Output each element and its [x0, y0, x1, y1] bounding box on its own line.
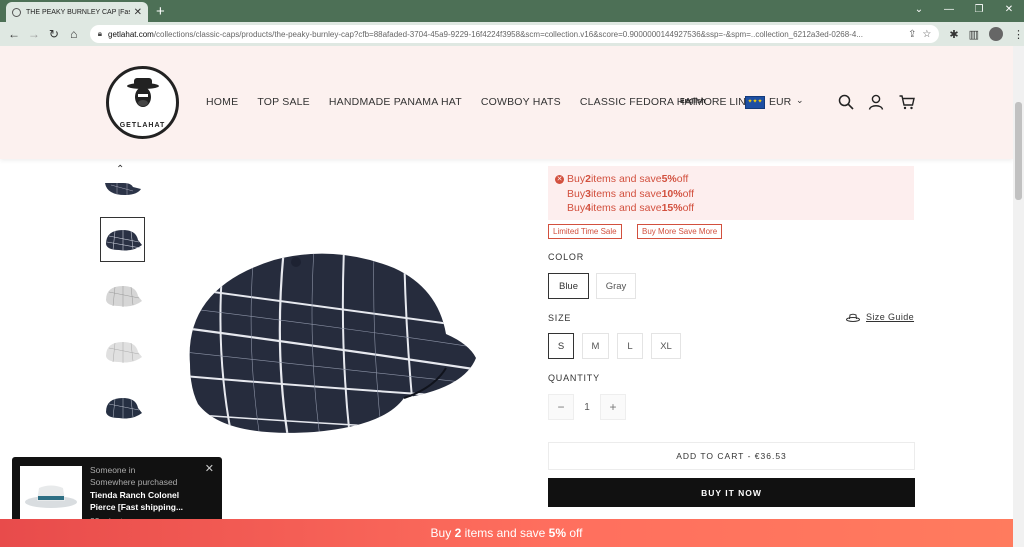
discount-line-2: Buy 3 items and save 10% off [567, 187, 695, 200]
logo-wordmark: GETLAHAT [119, 122, 166, 129]
discount-icon: ✕ [555, 174, 564, 184]
extensions-puzzle-icon[interactable]: ✱ [949, 28, 958, 41]
url-text: getlahat.com/collections/classic-caps/pr… [108, 29, 863, 39]
nav-item-cowboy-hats[interactable]: COWBOY HATS [481, 96, 561, 108]
back-arrow-icon[interactable]: ← [4, 27, 24, 41]
size-option-xl[interactable]: XL [651, 333, 681, 359]
web-page: GETLAHAT HOME TOP SALE HANDMADE PANAMA H… [0, 46, 1013, 547]
bottom-discount-bar: Buy 2 items and save 5% off [0, 519, 1013, 547]
add-to-cart-button[interactable]: ADD TO CART - €36.53 [548, 442, 915, 470]
product-main-image[interactable] [184, 248, 480, 438]
main-nav: HOME TOP SALE HANDMADE PANAMA HAT COWBOY… [206, 96, 717, 108]
tab-title: THE PEAKY BURNLEY CAP [Fast s [26, 8, 130, 16]
site-favicon-icon [12, 7, 21, 17]
minimize-icon[interactable]: — [934, 0, 964, 22]
thumbnail-navy-plaid[interactable] [100, 217, 145, 262]
window-controls: ⌄ — ❐ ✕ [904, 0, 1024, 22]
restore-icon[interactable]: ❐ [964, 0, 994, 22]
popup-line-1: Someone in [90, 465, 136, 475]
quantity-stepper: − 1 + [548, 394, 630, 420]
quantity-increase-button[interactable]: + [600, 394, 626, 420]
size-label: SIZE [548, 313, 572, 323]
size-guide-link[interactable]: Size Guide [846, 312, 914, 322]
hat-icon [846, 313, 860, 322]
popup-line-2: Somewhere purchased [90, 477, 178, 487]
gallery-up-chevron-icon[interactable]: ⌃ [116, 164, 124, 175]
size-option-l[interactable]: L [617, 333, 643, 359]
scrollbar-thumb[interactable] [1015, 102, 1022, 200]
eu-flag-icon[interactable]: ✦✦✦ [745, 96, 765, 109]
quantity-input[interactable]: 1 [574, 402, 600, 413]
thumbnail-gray-1[interactable] [100, 273, 145, 318]
thumbnail-list [100, 178, 145, 441]
nav-item-top-sale[interactable]: TOP SALE [257, 96, 310, 108]
browser-toolbar: ← → ↻ ⌂ 🔒︎ getlahat.com/collections/clas… [0, 22, 1024, 46]
new-tab-icon[interactable]: + [156, 3, 165, 20]
quantity-decrease-button[interactable]: − [548, 394, 574, 420]
popup-product-name[interactable]: Tienda Ranch Colonel Pierce [Fast shippi… [90, 490, 202, 513]
forward-arrow-icon[interactable]: → [24, 27, 44, 41]
language-selector[interactable]: English [680, 98, 705, 105]
site-logo[interactable]: GETLAHAT [106, 66, 179, 139]
size-option-m[interactable]: M [582, 333, 609, 359]
share-icon[interactable]: ⇪ [908, 29, 916, 40]
bookmark-star-icon[interactable]: ☆ [922, 29, 931, 40]
discount-line-1: ✕ Buy 2 items and save 5% off [555, 173, 689, 185]
nav-item-home[interactable]: HOME [206, 96, 238, 108]
close-window-icon[interactable]: ✕ [994, 0, 1024, 22]
side-panel-icon[interactable]: ▥ [969, 28, 979, 41]
color-option-blue[interactable]: Blue [548, 273, 589, 299]
search-icon[interactable] [838, 94, 854, 110]
close-icon[interactable]: ✕ [205, 462, 214, 475]
quantity-label: QUANTITY [548, 373, 600, 383]
page-scrollbar[interactable] [1013, 46, 1024, 547]
buy-more-save-more-tag: Buy More Save More [637, 224, 723, 239]
thumbnail-gray-2[interactable] [100, 329, 145, 374]
browser-menu-icon[interactable]: ⋮ [1013, 28, 1024, 41]
popup-product-image [20, 466, 82, 526]
buy-it-now-button[interactable]: BUY IT NOW [548, 478, 915, 507]
thumbnail-navy-1[interactable] [100, 178, 145, 206]
chevron-down-icon[interactable]: ⌄ [796, 95, 804, 106]
color-option-gray[interactable]: Gray [596, 273, 636, 299]
address-bar[interactable]: 🔒︎ getlahat.com/collections/classic-caps… [89, 25, 940, 43]
browser-tab-bar: THE PEAKY BURNLEY CAP [Fast s ✕ + ⌄ — ❐ … [0, 0, 1024, 22]
close-tab-icon[interactable]: ✕ [134, 7, 142, 18]
reload-icon[interactable]: ↻ [44, 27, 64, 41]
profile-avatar[interactable] [988, 27, 1003, 41]
logo-face-icon [127, 78, 159, 107]
size-option-s[interactable]: S [548, 333, 574, 359]
thumbnail-navy-2[interactable] [100, 385, 145, 430]
lock-icon: 🔒︎ [97, 29, 103, 38]
color-label: COLOR [548, 252, 585, 262]
bulk-discount-box: ✕ Buy 2 items and save 5% off Buy 3 item… [548, 166, 914, 220]
chevron-down-icon[interactable]: ⌄ [904, 0, 934, 22]
limited-time-sale-tag: Limited Time Sale [548, 224, 622, 239]
account-icon[interactable] [868, 94, 884, 110]
currency-selector[interactable]: EUR [769, 96, 791, 108]
browser-tab[interactable]: THE PEAKY BURNLEY CAP [Fast s ✕ [6, 2, 148, 22]
cart-icon[interactable] [899, 94, 915, 110]
discount-line-3: Buy 4 items and save 15% off [567, 202, 695, 214]
nav-item-handmade-panama-hat[interactable]: HANDMADE PANAMA HAT [329, 96, 462, 108]
site-header: GETLAHAT HOME TOP SALE HANDMADE PANAMA H… [0, 46, 1013, 159]
home-icon[interactable]: ⌂ [64, 27, 84, 41]
